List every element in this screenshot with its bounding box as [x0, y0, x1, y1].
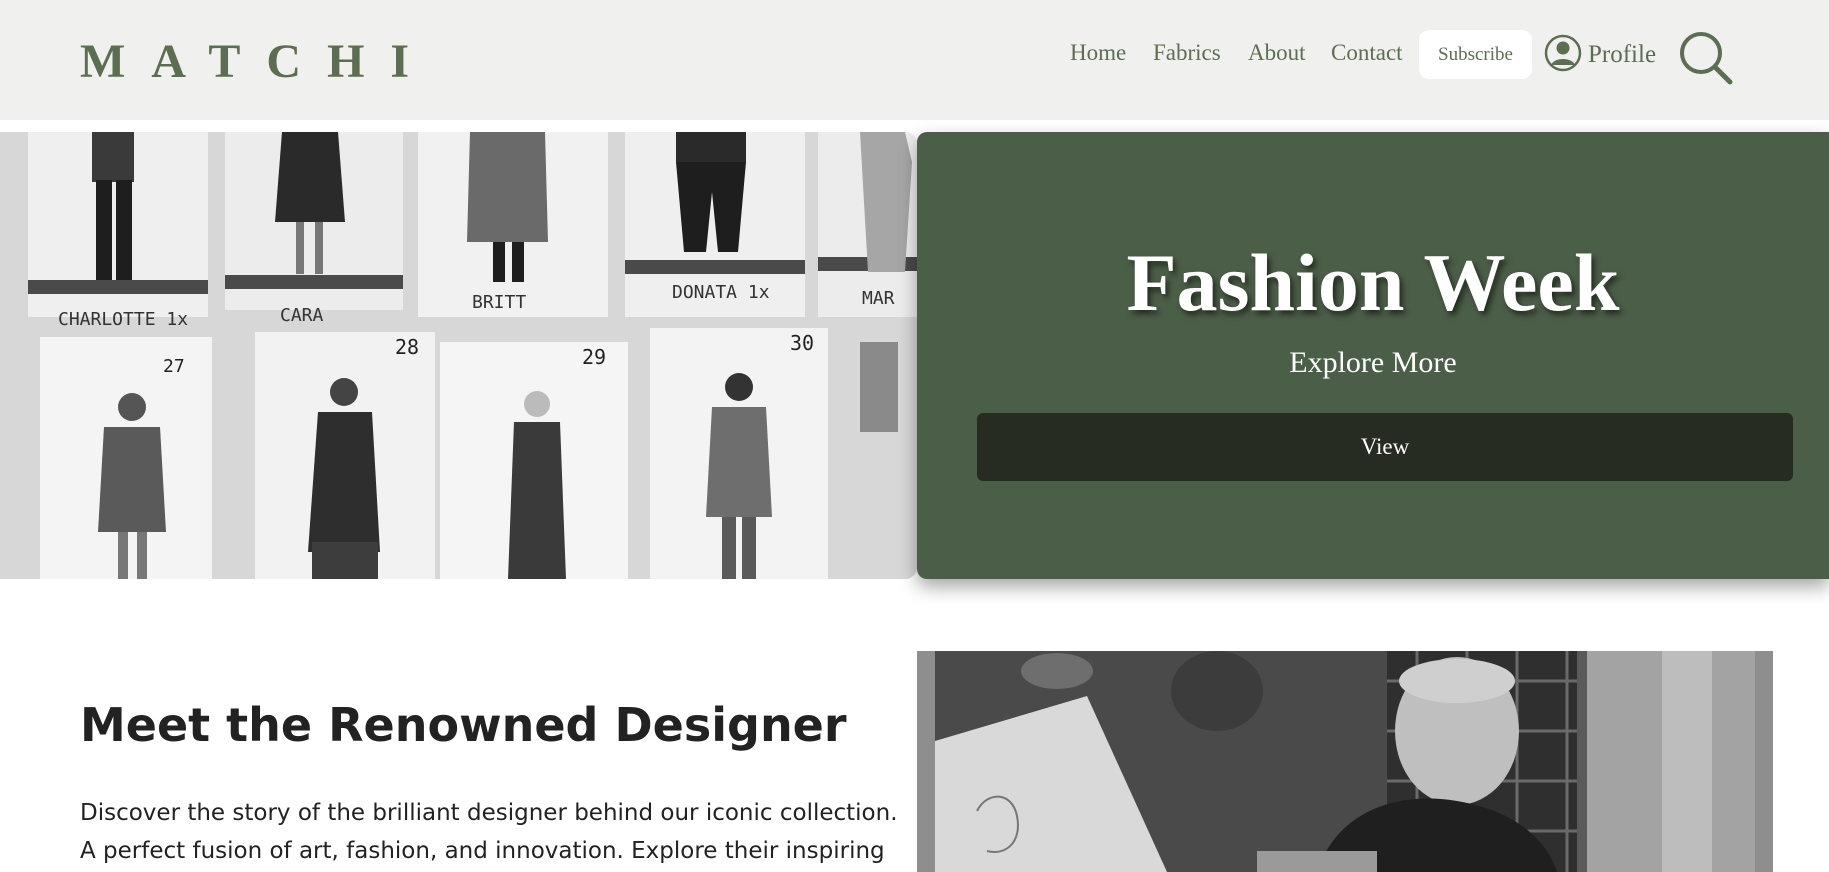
- nav-contact[interactable]: Contact: [1331, 40, 1403, 66]
- designer-description: Discover the story of the brilliant desi…: [80, 800, 898, 864]
- hero-subtitle: Explore More: [1289, 346, 1457, 379]
- caption-text: BRITT: [472, 292, 526, 313]
- caption-text: CARA: [280, 305, 324, 326]
- logo[interactable]: MATCHI: [80, 34, 435, 89]
- designer-heading: Meet the Renowned Designer: [80, 698, 847, 752]
- caption-text: 29: [582, 345, 606, 369]
- hero-card: Fashion Week Explore More View: [917, 132, 1829, 579]
- nav-about[interactable]: About: [1248, 40, 1306, 66]
- search-icon: [1678, 32, 1734, 90]
- caption-text: CHARLOTTE 1x: [58, 309, 188, 330]
- profile-label: Profile: [1588, 41, 1657, 68]
- subscribe-button[interactable]: Subscribe: [1419, 30, 1532, 79]
- designer-photo: [917, 651, 1773, 872]
- site-header: MATCHI Home Fabrics About Contact Subscr…: [0, 0, 1829, 120]
- caption-text: 28: [395, 335, 419, 359]
- view-button[interactable]: View: [977, 413, 1793, 481]
- caption-text: DONATA 1x: [672, 282, 770, 303]
- nav-fabrics[interactable]: Fabrics: [1153, 40, 1221, 66]
- hero-title: Fashion Week: [1126, 237, 1620, 328]
- caption-text: 30: [790, 331, 814, 355]
- casting-card: [28, 132, 208, 317]
- nav-home[interactable]: Home: [1070, 40, 1126, 66]
- caption-text: MAR: [862, 288, 895, 309]
- search-button[interactable]: [1678, 30, 1734, 86]
- profile-link[interactable]: Profile: [1544, 30, 1656, 80]
- user-circle-icon: [1544, 34, 1582, 77]
- hero-image: CHARLOTTE 1x CARA BRITT DONATA 1x MAR 27…: [0, 132, 917, 579]
- caption-text: 27: [163, 356, 185, 377]
